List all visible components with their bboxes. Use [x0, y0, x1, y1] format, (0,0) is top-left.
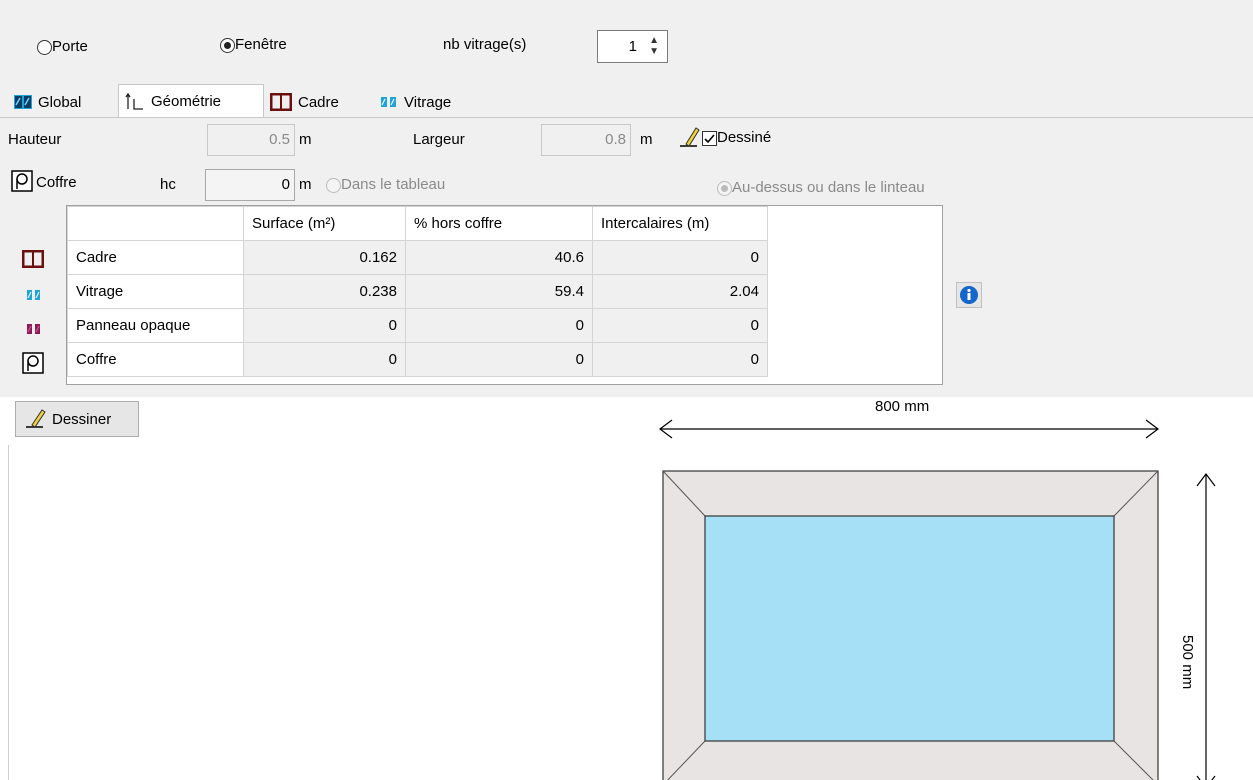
intercalaires-cell[interactable]: 0: [592, 308, 768, 343]
hauteur-unit: m: [299, 131, 312, 148]
surface-table: Surface (m²) % hors coffre Intercalaires…: [67, 206, 768, 377]
tab-divider: [0, 117, 1253, 118]
nb-vitrage-value: 1: [628, 38, 637, 55]
tab-vitrage[interactable]: Vitrage: [374, 86, 484, 118]
largeur-label: Largeur: [413, 131, 465, 148]
opaque-panel-icon: [27, 324, 40, 334]
dessine-checkbox[interactable]: Dessiné: [702, 129, 771, 146]
radio-au-dessus-circle[interactable]: [717, 180, 732, 196]
pct-cell[interactable]: 40.6: [405, 240, 593, 275]
glazing-icon: [27, 290, 40, 300]
largeur-field[interactable]: 0.8: [541, 124, 631, 156]
intercalaires-cell[interactable]: 0: [592, 240, 768, 275]
frame-icon: [22, 250, 44, 268]
window-glass-icon: [14, 95, 32, 109]
dimension-icon: [125, 92, 143, 110]
tab-global-label: Global: [38, 93, 82, 111]
glazing-icon: [381, 97, 396, 107]
radio-dans-tableau-circle[interactable]: [326, 177, 341, 193]
surface-cell[interactable]: 0: [243, 308, 406, 343]
table-row[interactable]: Vitrage 0.238 59.4 2.04: [67, 274, 768, 309]
tab-geometrie-label: Géométrie: [151, 93, 222, 110]
surface-cell[interactable]: 0.238: [243, 274, 406, 309]
radio-porte[interactable]: Porte: [37, 38, 88, 55]
width-dimension-arrow: [659, 419, 1159, 439]
au-dessus-label: Au-dessus ou dans le linteau: [732, 179, 925, 196]
table-header-intercalaires: Intercalaires (m): [592, 206, 768, 241]
table-row[interactable]: Coffre 0 0 0: [67, 342, 768, 377]
table-row[interactable]: Cadre 0.162 40.6 0: [67, 240, 768, 275]
intercalaires-cell[interactable]: 0: [592, 342, 768, 377]
coffre-icon: [11, 170, 33, 192]
tab-geometrie[interactable]: Géométrie: [118, 84, 264, 118]
radio-porte-label: Porte: [52, 38, 88, 55]
tab-vitrage-label: Vitrage: [404, 93, 452, 111]
coffre-icon: [22, 352, 44, 374]
table-row[interactable]: Panneau opaque 0 0 0: [67, 308, 768, 343]
hauteur-field[interactable]: 0.5: [207, 124, 295, 156]
surface-table-panel: Surface (m²) % hors coffre Intercalaires…: [66, 205, 943, 385]
row-label: Cadre: [67, 240, 244, 275]
pct-cell[interactable]: 59.4: [405, 274, 593, 309]
tab-cadre[interactable]: Cadre: [264, 86, 370, 118]
dans-tableau-label: Dans le tableau: [341, 176, 446, 193]
pct-cell[interactable]: 0: [405, 342, 593, 377]
radio-fenetre[interactable]: Fenêtre: [220, 36, 287, 53]
row-label: Vitrage: [67, 274, 244, 309]
hc-field[interactable]: 0: [205, 169, 295, 201]
row-label: Coffre: [67, 342, 244, 377]
radio-fenetre-label: Fenêtre: [235, 36, 287, 53]
table-header-blank: [67, 206, 244, 241]
radio-porte-circle[interactable]: [37, 39, 52, 55]
frame-icon: [270, 93, 292, 111]
table-header-row: Surface (m²) % hors coffre Intercalaires…: [67, 206, 768, 241]
hauteur-label: Hauteur: [8, 131, 62, 148]
dessine-label: Dessiné: [717, 129, 772, 146]
height-dimension-arrow: [1196, 473, 1216, 780]
pencil-icon[interactable]: [676, 124, 700, 150]
canvas-border: [8, 445, 9, 780]
tab-global[interactable]: Global: [8, 86, 118, 118]
radio-dans-tableau[interactable]: Dans le tableau: [326, 176, 445, 193]
table-header-pct: % hors coffre: [405, 206, 593, 241]
radio-au-dessus[interactable]: Au-dessus ou dans le linteau: [717, 179, 925, 196]
surface-cell[interactable]: 0.162: [243, 240, 406, 275]
pencil-icon: [26, 409, 46, 428]
nb-vitrage-label: nb vitrage(s): [443, 36, 527, 53]
largeur-unit: m: [640, 131, 653, 148]
table-header-surface: Surface (m²): [243, 206, 406, 241]
info-icon[interactable]: [956, 282, 982, 308]
intercalaires-cell[interactable]: 2.04: [592, 274, 768, 309]
dessiner-label: Dessiner: [52, 410, 112, 428]
nb-vitrage-spinner[interactable]: 1 ▲ ▼: [597, 30, 668, 63]
radio-fenetre-circle[interactable]: [220, 37, 235, 53]
checkmark-icon: [704, 134, 715, 143]
hc-unit: m: [299, 176, 312, 193]
pct-cell[interactable]: 0: [405, 308, 593, 343]
hc-label: hc: [160, 176, 176, 193]
surface-cell[interactable]: 0: [243, 342, 406, 377]
spinner-arrows-icon[interactable]: ▲ ▼: [649, 35, 659, 57]
dessiner-button[interactable]: Dessiner: [15, 401, 139, 437]
window-drawing: [659, 419, 1216, 780]
tab-cadre-label: Cadre: [298, 93, 339, 111]
window-glass: [704, 515, 1115, 742]
row-label: Panneau opaque: [67, 308, 244, 343]
coffre-label: Coffre: [36, 174, 77, 191]
dessine-checkbox-box[interactable]: [702, 130, 717, 146]
